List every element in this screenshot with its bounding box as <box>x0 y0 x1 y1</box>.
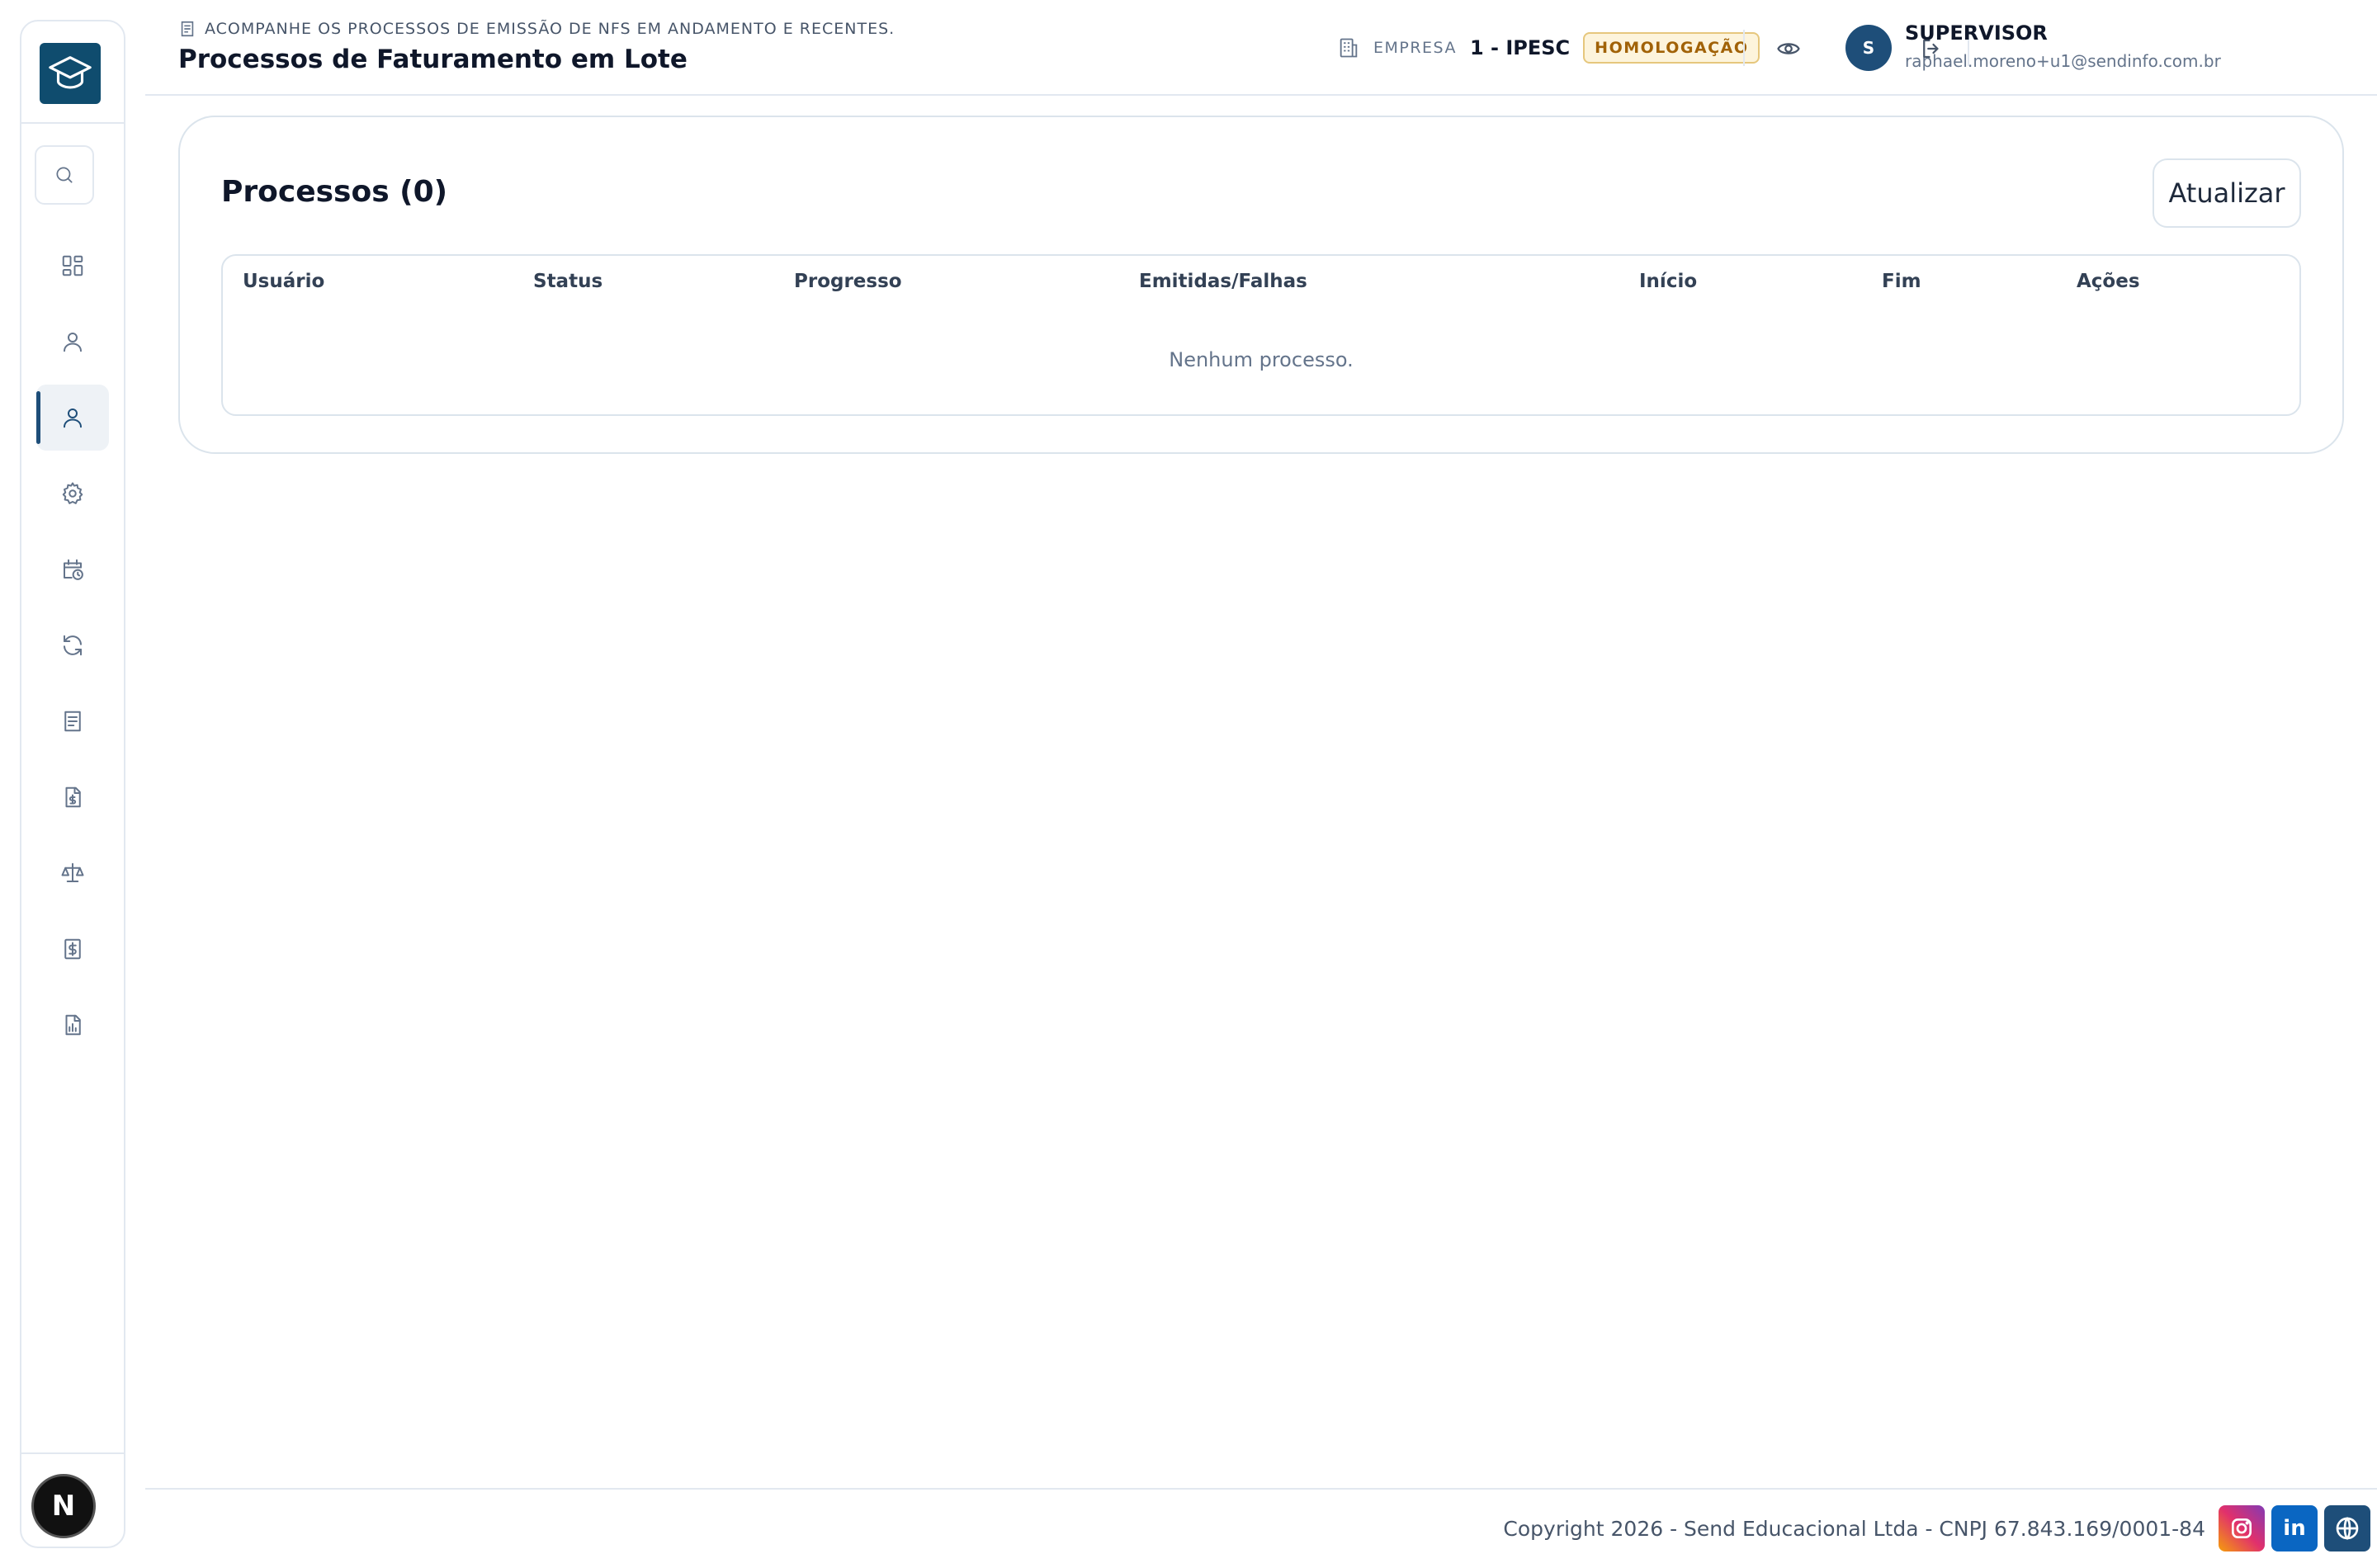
page-subtitle: ACOMPANHE OS PROCESSOS DE EMISSÃO DE NFS… <box>178 20 895 38</box>
sidebar-divider <box>21 1452 124 1454</box>
refresh-button[interactable]: Atualizar <box>2153 158 2301 228</box>
sidebar-item-settings[interactable] <box>36 460 109 527</box>
user-role: SUPERVISOR <box>1905 21 2048 45</box>
sidebar-item-user[interactable] <box>36 309 109 375</box>
instagram-link[interactable] <box>2219 1505 2265 1551</box>
eye-icon <box>1777 43 1800 54</box>
document-icon <box>64 711 81 732</box>
processes-card: Processos (0) Atualizar Usuário Status P… <box>178 116 2344 454</box>
sidebar-divider <box>21 122 124 124</box>
column-header-progress[interactable]: Progresso <box>794 271 902 292</box>
sidebar-item-invoices[interactable] <box>36 764 109 830</box>
column-header-user[interactable]: Usuário <box>243 271 324 292</box>
globe-icon <box>2336 1517 2359 1540</box>
linkedin-icon: in <box>2283 1516 2306 1541</box>
scale-icon <box>61 862 84 882</box>
empty-state-message: Nenhum processo. <box>1169 348 1354 371</box>
website-link[interactable] <box>2324 1505 2370 1551</box>
receipt-dollar-icon <box>64 938 81 960</box>
sidebar-item-reports[interactable] <box>36 992 109 1058</box>
app-badge[interactable]: N <box>31 1474 96 1538</box>
user-email: raphael.moreno+u1@sendinfo.com.br <box>1905 51 2221 71</box>
company-selector[interactable]: EMPRESA 1 - IPESC HOMOLOGAÇÃO <box>1337 30 1760 66</box>
user-icon <box>64 333 82 352</box>
company-label: EMPRESA <box>1373 39 1457 57</box>
calendar-clock-icon <box>64 559 83 580</box>
company-value: 1 - IPESC <box>1469 36 1571 59</box>
sidebar-item-user-active[interactable] <box>36 385 109 451</box>
instagram-icon <box>2232 1518 2252 1538</box>
linkedin-link[interactable]: in <box>2271 1505 2318 1551</box>
sidebar-item-documents[interactable] <box>36 688 109 754</box>
processes-table: Usuário Status Progresso Emitidas/Falhas… <box>221 254 2301 416</box>
page-title: Processos de Faturamento em Lote <box>178 45 688 74</box>
avatar[interactable]: S <box>1845 25 1892 71</box>
sidebar-search-button[interactable] <box>35 145 94 205</box>
report-chart-icon <box>65 1014 81 1036</box>
column-header-issued-failed[interactable]: Emitidas/Falhas <box>1139 271 1307 292</box>
graduation-cap-icon <box>49 56 92 89</box>
logo[interactable] <box>40 43 101 104</box>
subtitle-text: ACOMPANHE OS PROCESSOS DE EMISSÃO DE NFS… <box>205 20 896 38</box>
column-header-status[interactable]: Status <box>533 271 603 292</box>
column-header-end[interactable]: Fim <box>1882 271 1921 292</box>
sidebar: N <box>20 20 125 1548</box>
copyright-text: Copyright 2026 - Send Educacional Ltda -… <box>1503 1517 2205 1541</box>
visibility-toggle-button[interactable] <box>1768 28 1809 69</box>
page-header: ACOMPANHE OS PROCESSOS DE EMISSÃO DE NFS… <box>145 0 2377 96</box>
column-header-actions[interactable]: Ações <box>2077 271 2140 292</box>
sidebar-item-billing[interactable] <box>36 916 109 982</box>
header-divider <box>1743 30 1745 66</box>
environment-badge: HOMOLOGAÇÃO <box>1583 32 1760 64</box>
refresh-icon <box>64 635 82 656</box>
footer-divider <box>145 1488 2377 1490</box>
dashboard-icon <box>62 255 83 276</box>
column-header-start[interactable]: Início <box>1639 271 1697 292</box>
sidebar-item-dashboard[interactable] <box>36 233 109 299</box>
search-icon <box>56 167 73 183</box>
sidebar-item-schedule[interactable] <box>36 536 109 602</box>
building-icon <box>1340 38 1358 58</box>
sidebar-item-legal[interactable] <box>36 840 109 906</box>
user-icon <box>64 409 82 428</box>
sidebar-item-sync[interactable] <box>36 612 109 678</box>
file-dollar-icon <box>65 786 81 808</box>
document-icon <box>181 21 194 37</box>
gear-icon <box>62 482 83 504</box>
card-title: Processos (0) <box>221 175 448 209</box>
